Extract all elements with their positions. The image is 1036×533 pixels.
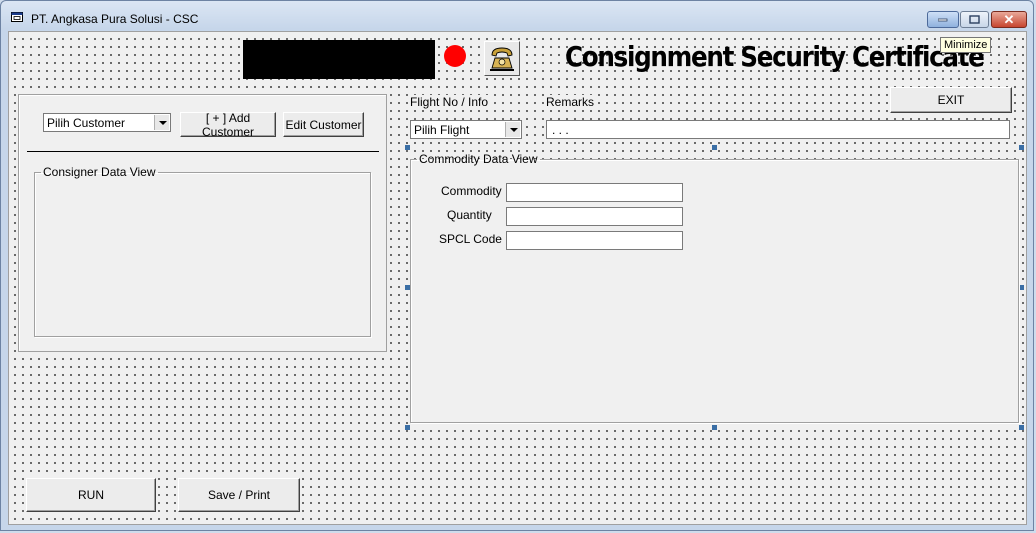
chevron-down-icon[interactable] (505, 122, 520, 137)
spcl-code-input[interactable] (506, 231, 683, 250)
remarks-label: Remarks (546, 95, 595, 109)
quantity-label: Quantity (447, 208, 492, 222)
resize-handle[interactable] (1019, 145, 1024, 150)
consigner-group: Consigner Data View (34, 165, 371, 337)
title-bar[interactable]: PT. Angkasa Pura Solusi - CSC ✕ (1, 1, 1033, 31)
display-box (243, 40, 435, 79)
consigner-legend: Consigner Data View (43, 165, 156, 179)
form-client-area: Consignment Security Certificate Pilih C… (8, 31, 1027, 525)
phone-button[interactable] (484, 41, 520, 76)
app-icon (11, 12, 23, 22)
run-button[interactable]: RUN (26, 478, 156, 512)
flight-select[interactable]: Pilih Flight (410, 120, 522, 139)
commodity-input[interactable] (506, 183, 683, 202)
customer-panel: Pilih Customer [ + ] Add Customer Edit C… (18, 94, 387, 352)
maximize-button[interactable] (960, 11, 989, 28)
flight-label: Flight No / Info (410, 95, 489, 109)
resize-handle[interactable] (712, 425, 717, 430)
separator-line (27, 151, 379, 152)
resize-handle[interactable] (405, 145, 410, 150)
flight-select-value: Pilih Flight (414, 123, 470, 137)
resize-handle[interactable] (405, 425, 410, 430)
customer-select-value: Pilih Customer (47, 116, 126, 130)
close-button[interactable]: ✕ (991, 11, 1027, 28)
commodity-label: Commodity (441, 184, 502, 198)
page-title: Consignment Security Certificate (565, 40, 985, 73)
customer-select[interactable]: Pilih Customer (43, 113, 171, 132)
spcl-code-label: SPCL Code (439, 232, 502, 246)
minimize-icon (938, 18, 948, 21)
minimize-button[interactable] (927, 11, 959, 28)
status-indicator (444, 45, 466, 67)
remarks-input[interactable]: . . . (546, 120, 1010, 139)
commodity-legend: Commodity Data View (419, 152, 538, 166)
window-title: PT. Angkasa Pura Solusi - CSC (31, 12, 199, 26)
remarks-value: . . . (552, 123, 569, 137)
maximize-icon (969, 15, 980, 24)
minimize-tooltip: Minimize (940, 37, 992, 53)
telephone-icon (490, 47, 514, 71)
resize-handle[interactable] (1019, 425, 1024, 430)
resize-handle[interactable] (712, 145, 717, 150)
chevron-down-icon[interactable] (154, 115, 169, 130)
app-window: PT. Angkasa Pura Solusi - CSC ✕ Consignm… (0, 0, 1034, 531)
close-icon: ✕ (1003, 11, 1015, 27)
save-print-button[interactable]: Save / Print (178, 478, 300, 512)
quantity-input[interactable] (506, 207, 683, 226)
edit-customer-button[interactable]: Edit Customer (283, 112, 364, 137)
exit-button[interactable]: EXIT (890, 87, 1012, 113)
add-customer-button[interactable]: [ + ] Add Customer (180, 111, 276, 139)
resize-handle[interactable] (1019, 285, 1024, 290)
